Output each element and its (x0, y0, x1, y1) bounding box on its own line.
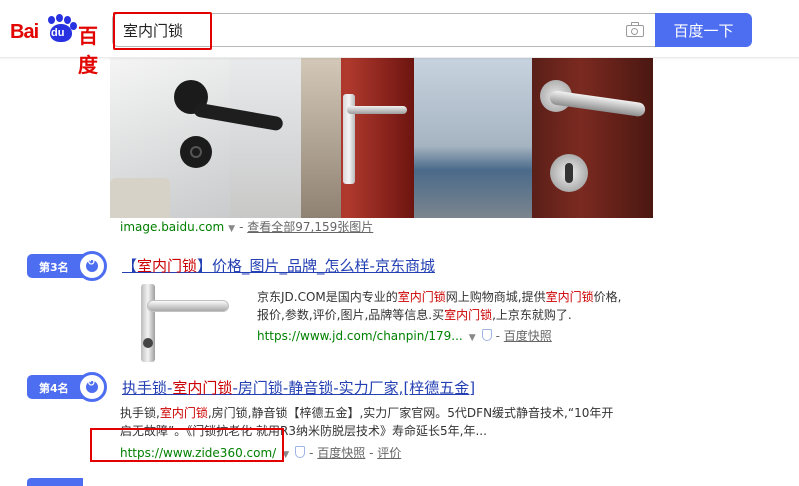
gallery-source-line: image.baidu.com ▼ - 查看全部97,159张图片 (120, 220, 374, 234)
search-box (112, 13, 655, 47)
header-bar: Bai du 百度 百度一下 (0, 0, 799, 77)
snapshot-link[interactable]: 百度快照 (317, 446, 365, 460)
gallery-image-silver-lever-lock[interactable] (414, 58, 653, 218)
rank-badge-4: 第4名 (27, 372, 107, 402)
result-description-jd: 京东JD.COM是国内专业的室内门锁网上购物商城,提供室内门锁价格, 报价,参数… (257, 290, 622, 322)
camera-icon[interactable] (626, 22, 644, 38)
result-url[interactable]: https://www.zide360.com/ (120, 446, 276, 460)
result-url[interactable]: https://www.jd.com/chanpin/179... (257, 329, 463, 343)
rank-badge-5-partial (27, 478, 83, 486)
logo-text-bai: Bai (10, 21, 39, 43)
result-thumbnail-jd[interactable] (121, 284, 241, 362)
refresh-icon (77, 251, 107, 281)
chevron-down-icon[interactable]: ▼ (469, 333, 476, 343)
gallery-source[interactable]: image.baidu.com (120, 220, 224, 234)
image-gallery (110, 58, 653, 218)
search-button[interactable]: 百度一下 (655, 13, 752, 47)
logo-text-du: du (51, 27, 65, 39)
chevron-down-icon[interactable]: ▼ (228, 224, 235, 234)
rank-label: 第4名 (27, 375, 83, 399)
refresh-icon (77, 372, 107, 402)
chevron-down-icon[interactable]: ▼ (282, 450, 289, 460)
paw-icon: du (46, 14, 77, 44)
shield-icon[interactable] (481, 329, 492, 341)
shield-icon[interactable] (295, 446, 306, 458)
view-all-images-link[interactable]: 查看全部97,159张图片 (247, 220, 373, 234)
search-input[interactable] (123, 18, 593, 42)
gallery-image-black-lever-lock[interactable] (110, 58, 301, 218)
gallery-image-red-door-lock[interactable] (301, 58, 414, 218)
rank-badge-3: 第3名 (27, 251, 107, 281)
result-url-line-zide: https://www.zide360.com/▼ - 百度快照 - 评价 (120, 446, 402, 460)
result-title-jd[interactable]: 【室内门锁】价格_图片_品牌_怎么样-京东商城 (122, 255, 435, 276)
review-link[interactable]: 评价 (377, 446, 401, 460)
result-description-zide: 执手锁,室内门锁,房门锁,静音锁【梓德五金】,实力厂家官网。5代DFN缓式静音技… (120, 406, 614, 438)
result-url-line-jd: https://www.jd.com/chanpin/179... ▼ - 百度快照 (257, 329, 552, 343)
snapshot-link[interactable]: 百度快照 (504, 329, 552, 343)
logo-text-baidu-cn: 百度 (78, 24, 98, 77)
result-title-zide[interactable]: 执手锁-室内门锁-房门锁-静音锁-实力厂家,[梓德五金] (122, 377, 475, 398)
rank-label: 第3名 (27, 254, 83, 278)
baidu-logo[interactable]: Bai du 百度 (8, 8, 112, 77)
